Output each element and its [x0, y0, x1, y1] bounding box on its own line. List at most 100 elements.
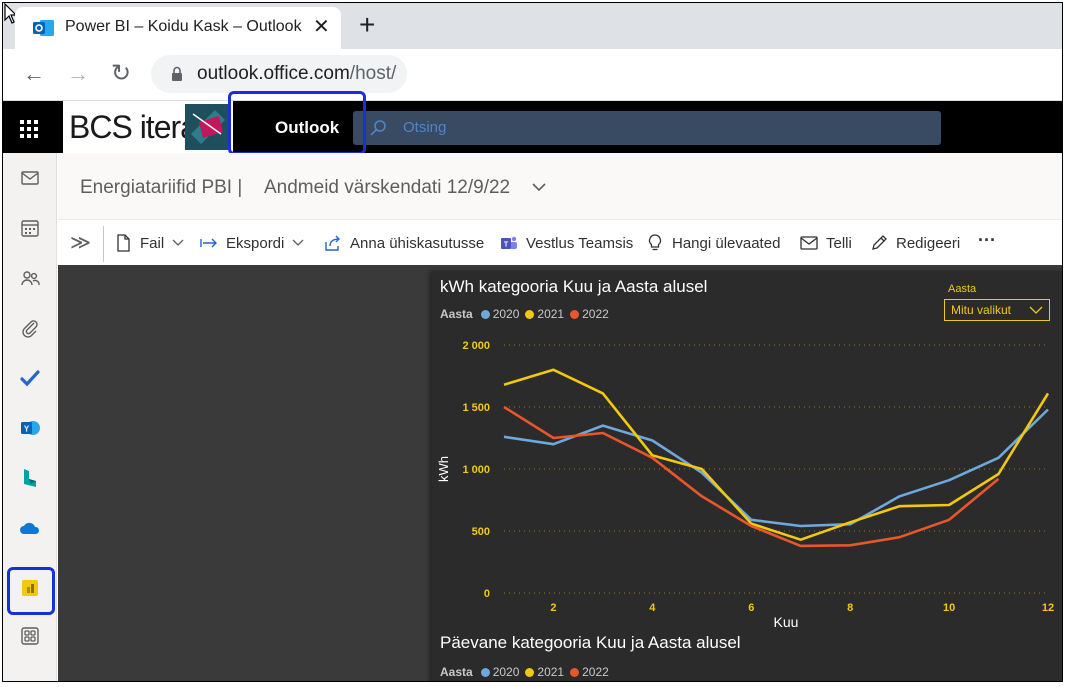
chart-title: kWh kategooria Kuu ja Aasta alusel — [440, 277, 708, 296]
legend2-item-2022[interactable]: 2022 — [570, 665, 609, 679]
y-tick-label: 1 500 — [462, 402, 490, 414]
share-button[interactable]: Anna ühiskasutusse — [324, 234, 484, 252]
chevron-down-icon — [292, 239, 304, 246]
company-logo-mark-icon — [185, 104, 231, 150]
year-slicer-dropdown[interactable]: Mitu valikut — [944, 299, 1050, 321]
report-canvas: kWh kategooria Kuu ja Aasta alusel Aasta… — [58, 265, 1062, 681]
insights-button[interactable]: Hangi ülevaated — [646, 234, 780, 252]
back-arrow-icon[interactable]: ← — [23, 61, 45, 87]
file-menu-button[interactable]: Fail — [114, 234, 192, 252]
more-apps-icon[interactable] — [17, 623, 43, 649]
calendar-icon[interactable] — [17, 215, 43, 241]
teams-chat-label: Vestlus Teamsis — [526, 234, 634, 252]
files-attachment-icon[interactable] — [17, 315, 43, 341]
legend-item-2020[interactable]: 2020 — [480, 307, 520, 321]
legend2-item-2020[interactable]: 2020 — [480, 665, 520, 679]
mail-icon — [800, 236, 818, 250]
export-menu-button[interactable]: Ekspordi — [200, 234, 312, 252]
y-tick-label: 0 — [484, 588, 490, 600]
tab-close-icon[interactable]: ✕ — [313, 15, 330, 39]
expand-nav-icon[interactable]: ≫ — [70, 230, 91, 255]
highlight-box-outlook — [228, 91, 366, 155]
legend2-dot-2022 — [570, 667, 580, 677]
chart2-title: Päevane kategooria Kuu ja Aasta alusel — [440, 633, 741, 652]
url-input[interactable]: outlook.office.com/host/ — [151, 55, 407, 93]
share-label: Anna ühiskasutusse — [350, 234, 485, 252]
more-options-icon[interactable]: ··· — [978, 230, 996, 251]
chart-legend: Aasta 2020 2021 2022 — [440, 307, 615, 321]
chart2-legend: Aasta 2020 2021 2022 — [440, 665, 615, 679]
yammer-icon[interactable]: Y — [17, 415, 43, 441]
y-tick-label: 1 000 — [462, 464, 490, 476]
browser-address-bar: ← → ↻ outlook.office.com/host/ — [3, 49, 1062, 101]
x-tick-label: 4 — [649, 602, 656, 614]
chevron-down-icon — [1029, 306, 1043, 314]
people-icon[interactable] — [17, 265, 43, 291]
legend-item-2021[interactable]: 2021 — [525, 307, 564, 321]
highlight-box-powerbi — [7, 567, 55, 615]
edit-button[interactable]: Redigeeri — [870, 234, 960, 252]
series-line-2021 — [503, 368, 1050, 541]
browser-tab-strip: Power BI – Koidu Kask – Outlook ✕ + — [3, 3, 1062, 49]
app-rail: Y — [3, 153, 57, 681]
forward-arrow-icon[interactable]: → — [67, 61, 89, 87]
tab-title: Power BI – Koidu Kask – Outlook — [65, 18, 302, 35]
chevron-down-icon[interactable] — [531, 181, 547, 193]
legend2-label-2021: 2021 — [537, 665, 565, 679]
x-tick-label: 6 — [748, 602, 754, 614]
url-path: /host/ — [349, 63, 397, 84]
onedrive-icon[interactable] — [17, 515, 43, 541]
company-logo[interactable]: BCS itera — [63, 101, 233, 153]
line-chart-plot: 0 500 1 000 1 500 2 000 2 4 6 8 10 12 Kuu kWh — [436, 340, 1054, 627]
legend-dot-2021 — [525, 309, 535, 319]
x-tick-label: 8 — [847, 602, 853, 614]
legend-label-2022: 2022 — [582, 307, 609, 321]
y-axis-label: kWh — [436, 456, 451, 482]
app-launcher-waffle-icon[interactable] — [19, 119, 39, 139]
share-icon — [325, 235, 340, 251]
lightbulb-icon — [648, 234, 662, 251]
legend-item-2022[interactable]: 2022 — [570, 307, 609, 321]
legend-label-2021: 2021 — [537, 307, 565, 321]
company-logo-text: BCS itera — [69, 109, 198, 145]
office-header-bar: BCS itera Outlook Otsing — [3, 91, 1062, 155]
legend2-dot-2021 — [525, 667, 535, 677]
pencil-icon — [872, 235, 887, 250]
screenshot-frame: Power BI – Koidu Kask – Outlook ✕ + ← → … — [2, 2, 1063, 682]
line-chart-visual[interactable]: kWh kategooria Kuu ja Aasta alusel Aasta… — [432, 271, 1062, 681]
subscribe-button[interactable]: Telli — [800, 234, 852, 252]
reload-icon[interactable]: ↻ — [111, 61, 131, 87]
svg-text:T: T — [504, 242, 509, 249]
bookings-icon[interactable] — [17, 465, 43, 491]
mail-icon[interactable] — [17, 165, 43, 191]
series-line-2022 — [503, 405, 1000, 548]
report-name: Energiatariifid PBI | — [80, 177, 243, 198]
insights-label: Hangi ülevaated — [672, 234, 781, 252]
report-titlebar: Energiatariifid PBI | Andmeid värskendat… — [58, 153, 1062, 219]
toolbar-divider — [103, 226, 104, 262]
series-line-2020 — [503, 408, 1049, 528]
legend2-item-2021[interactable]: 2021 — [525, 665, 564, 679]
legend2-label-2022: 2022 — [582, 665, 609, 679]
outlook-favicon-icon — [33, 20, 54, 36]
search-input[interactable]: Otsing — [353, 111, 941, 145]
url-host: outlook.office.com — [197, 63, 350, 84]
svg-text:Y: Y — [24, 425, 30, 434]
export-arrow-icon — [200, 238, 217, 248]
todo-icon[interactable] — [17, 365, 43, 391]
x-tick-label: 2 — [550, 602, 556, 614]
lock-icon — [172, 66, 182, 81]
subscribe-label: Telli — [826, 234, 852, 252]
report-toolbar: ≫ Fail Ekspordi Anna ühiskasutusse T Ves… — [58, 219, 1062, 265]
search-icon — [370, 120, 386, 136]
slicer-value: Mitu valikut — [951, 303, 1012, 317]
document-icon — [117, 234, 130, 252]
x-axis-label: Kuu — [774, 614, 799, 627]
legend-label-2020: 2020 — [492, 307, 520, 321]
legend2-label-2020: 2020 — [492, 665, 520, 679]
teams-chat-button[interactable]: T Vestlus Teamsis — [500, 234, 633, 252]
new-tab-icon[interactable]: + — [359, 10, 375, 40]
legend-title: Aasta — [440, 307, 473, 321]
browser-tab-active[interactable]: Power BI – Koidu Kask – Outlook ✕ — [15, 7, 341, 49]
refresh-info-dropdown[interactable]: Andmeid värskendati 12/9/22 — [264, 177, 510, 199]
